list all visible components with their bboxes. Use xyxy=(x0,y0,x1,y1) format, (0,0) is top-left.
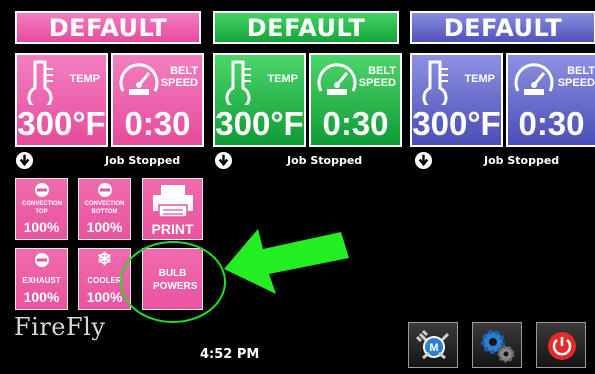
zone-2-header[interactable]: DEFAULT xyxy=(213,11,399,44)
zone-2-temp-value: 300°F xyxy=(215,105,304,142)
zone-2-belt-speed-tile[interactable]: BELT SPEED 0:30 xyxy=(309,53,402,147)
cooler-button[interactable]: ❄ COOLER 100% xyxy=(78,248,131,310)
snowflake-icon: ❄ xyxy=(96,249,113,269)
exhaust-button[interactable]: EXHAUST 100% xyxy=(15,248,68,310)
power-button[interactable] xyxy=(536,322,586,368)
zone-1-header[interactable]: DEFAULT xyxy=(15,11,201,44)
no-entry-icon xyxy=(35,183,49,197)
convection-top-value: 100% xyxy=(23,219,60,235)
down-arrow-circle-icon[interactable] xyxy=(15,151,34,170)
down-arrow-circle-icon[interactable] xyxy=(214,151,233,170)
convection-top-button[interactable]: CONVECTION TOP 100% xyxy=(15,178,68,240)
zone-1-title: DEFAULT xyxy=(48,13,168,42)
zone-1-speed-value: 0:30 xyxy=(124,105,191,142)
zone-3-belt-speed-tile[interactable]: BELT SPEED 0:30 xyxy=(506,53,595,147)
printer-icon xyxy=(153,185,193,218)
zone-1-status: Job Stopped xyxy=(105,154,181,167)
convection-bottom-label: CONVECTION BOTTOM xyxy=(84,201,125,215)
zone-1-temp-label: TEMP xyxy=(69,73,100,85)
exhaust-label: EXHAUST xyxy=(22,276,61,285)
thermometer-icon xyxy=(27,60,53,105)
zone-3-status: Job Stopped xyxy=(484,154,560,167)
zone-1-speed-label: BELT SPEED xyxy=(160,65,198,89)
thermometer-icon xyxy=(422,60,448,105)
zone-3-title: DEFAULT xyxy=(443,13,563,42)
print-button[interactable]: PRINT xyxy=(142,178,203,240)
convection-bottom-button[interactable]: CONVECTION BOTTOM 100% xyxy=(78,178,131,240)
firefly-logo: FireFly xyxy=(14,313,105,341)
gears-icon xyxy=(481,330,515,363)
convection-top-label: CONVECTION TOP xyxy=(22,201,63,215)
zone-1-temp-value: 300°F xyxy=(17,105,106,142)
zone-2-speed-value: 0:30 xyxy=(322,105,389,142)
power-icon xyxy=(548,332,576,360)
zone-2-temp-tile[interactable]: TEMP 300°F xyxy=(213,53,306,147)
zone-3-temp-label: TEMP xyxy=(464,73,495,85)
cooler-label: COOLER xyxy=(87,276,122,285)
zone-1-belt-speed-tile[interactable]: BELT SPEED 0:30 xyxy=(111,53,204,147)
exhaust-value: 100% xyxy=(23,289,60,305)
speedometer-icon xyxy=(514,63,554,95)
bulb-powers-label: BULB POWERS xyxy=(153,268,198,292)
zone-3-temp-value: 300°F xyxy=(412,105,501,142)
zone-2-speed-label: BELT SPEED xyxy=(358,65,396,89)
speedometer-icon xyxy=(317,63,357,95)
zone-2-temp-label: TEMP xyxy=(267,73,298,85)
zone-3-temp-tile[interactable]: TEMP 300°F xyxy=(410,53,503,147)
pointer-arrow-icon xyxy=(224,229,349,294)
maintenance-button[interactable]: M xyxy=(408,322,458,368)
settings-button[interactable] xyxy=(472,322,522,368)
no-entry-icon xyxy=(35,253,49,267)
zone-2-status: Job Stopped xyxy=(287,154,363,167)
zone-3-speed-label: BELT SPEED xyxy=(557,65,595,89)
zone-1-temp-tile[interactable]: TEMP 300°F xyxy=(15,53,108,147)
no-entry-icon xyxy=(98,183,112,197)
logo-text: FireFly xyxy=(14,313,106,341)
zone-3-header[interactable]: DEFAULT xyxy=(410,11,595,44)
speedometer-icon xyxy=(119,63,159,95)
cooler-value: 100% xyxy=(86,289,123,305)
clock: 4:52 PM xyxy=(200,347,260,362)
print-label: PRINT xyxy=(151,221,194,237)
bulb-powers-button[interactable]: BULB POWERS xyxy=(142,248,203,310)
convection-bottom-value: 100% xyxy=(86,219,123,235)
down-arrow-circle-icon[interactable] xyxy=(414,151,433,170)
zone-3-speed-value: 0:30 xyxy=(518,105,585,142)
thermometer-icon xyxy=(225,60,251,105)
svg-text:M: M xyxy=(429,342,438,354)
zone-2-title: DEFAULT xyxy=(246,13,366,42)
wrench-m-icon: M xyxy=(415,329,450,360)
